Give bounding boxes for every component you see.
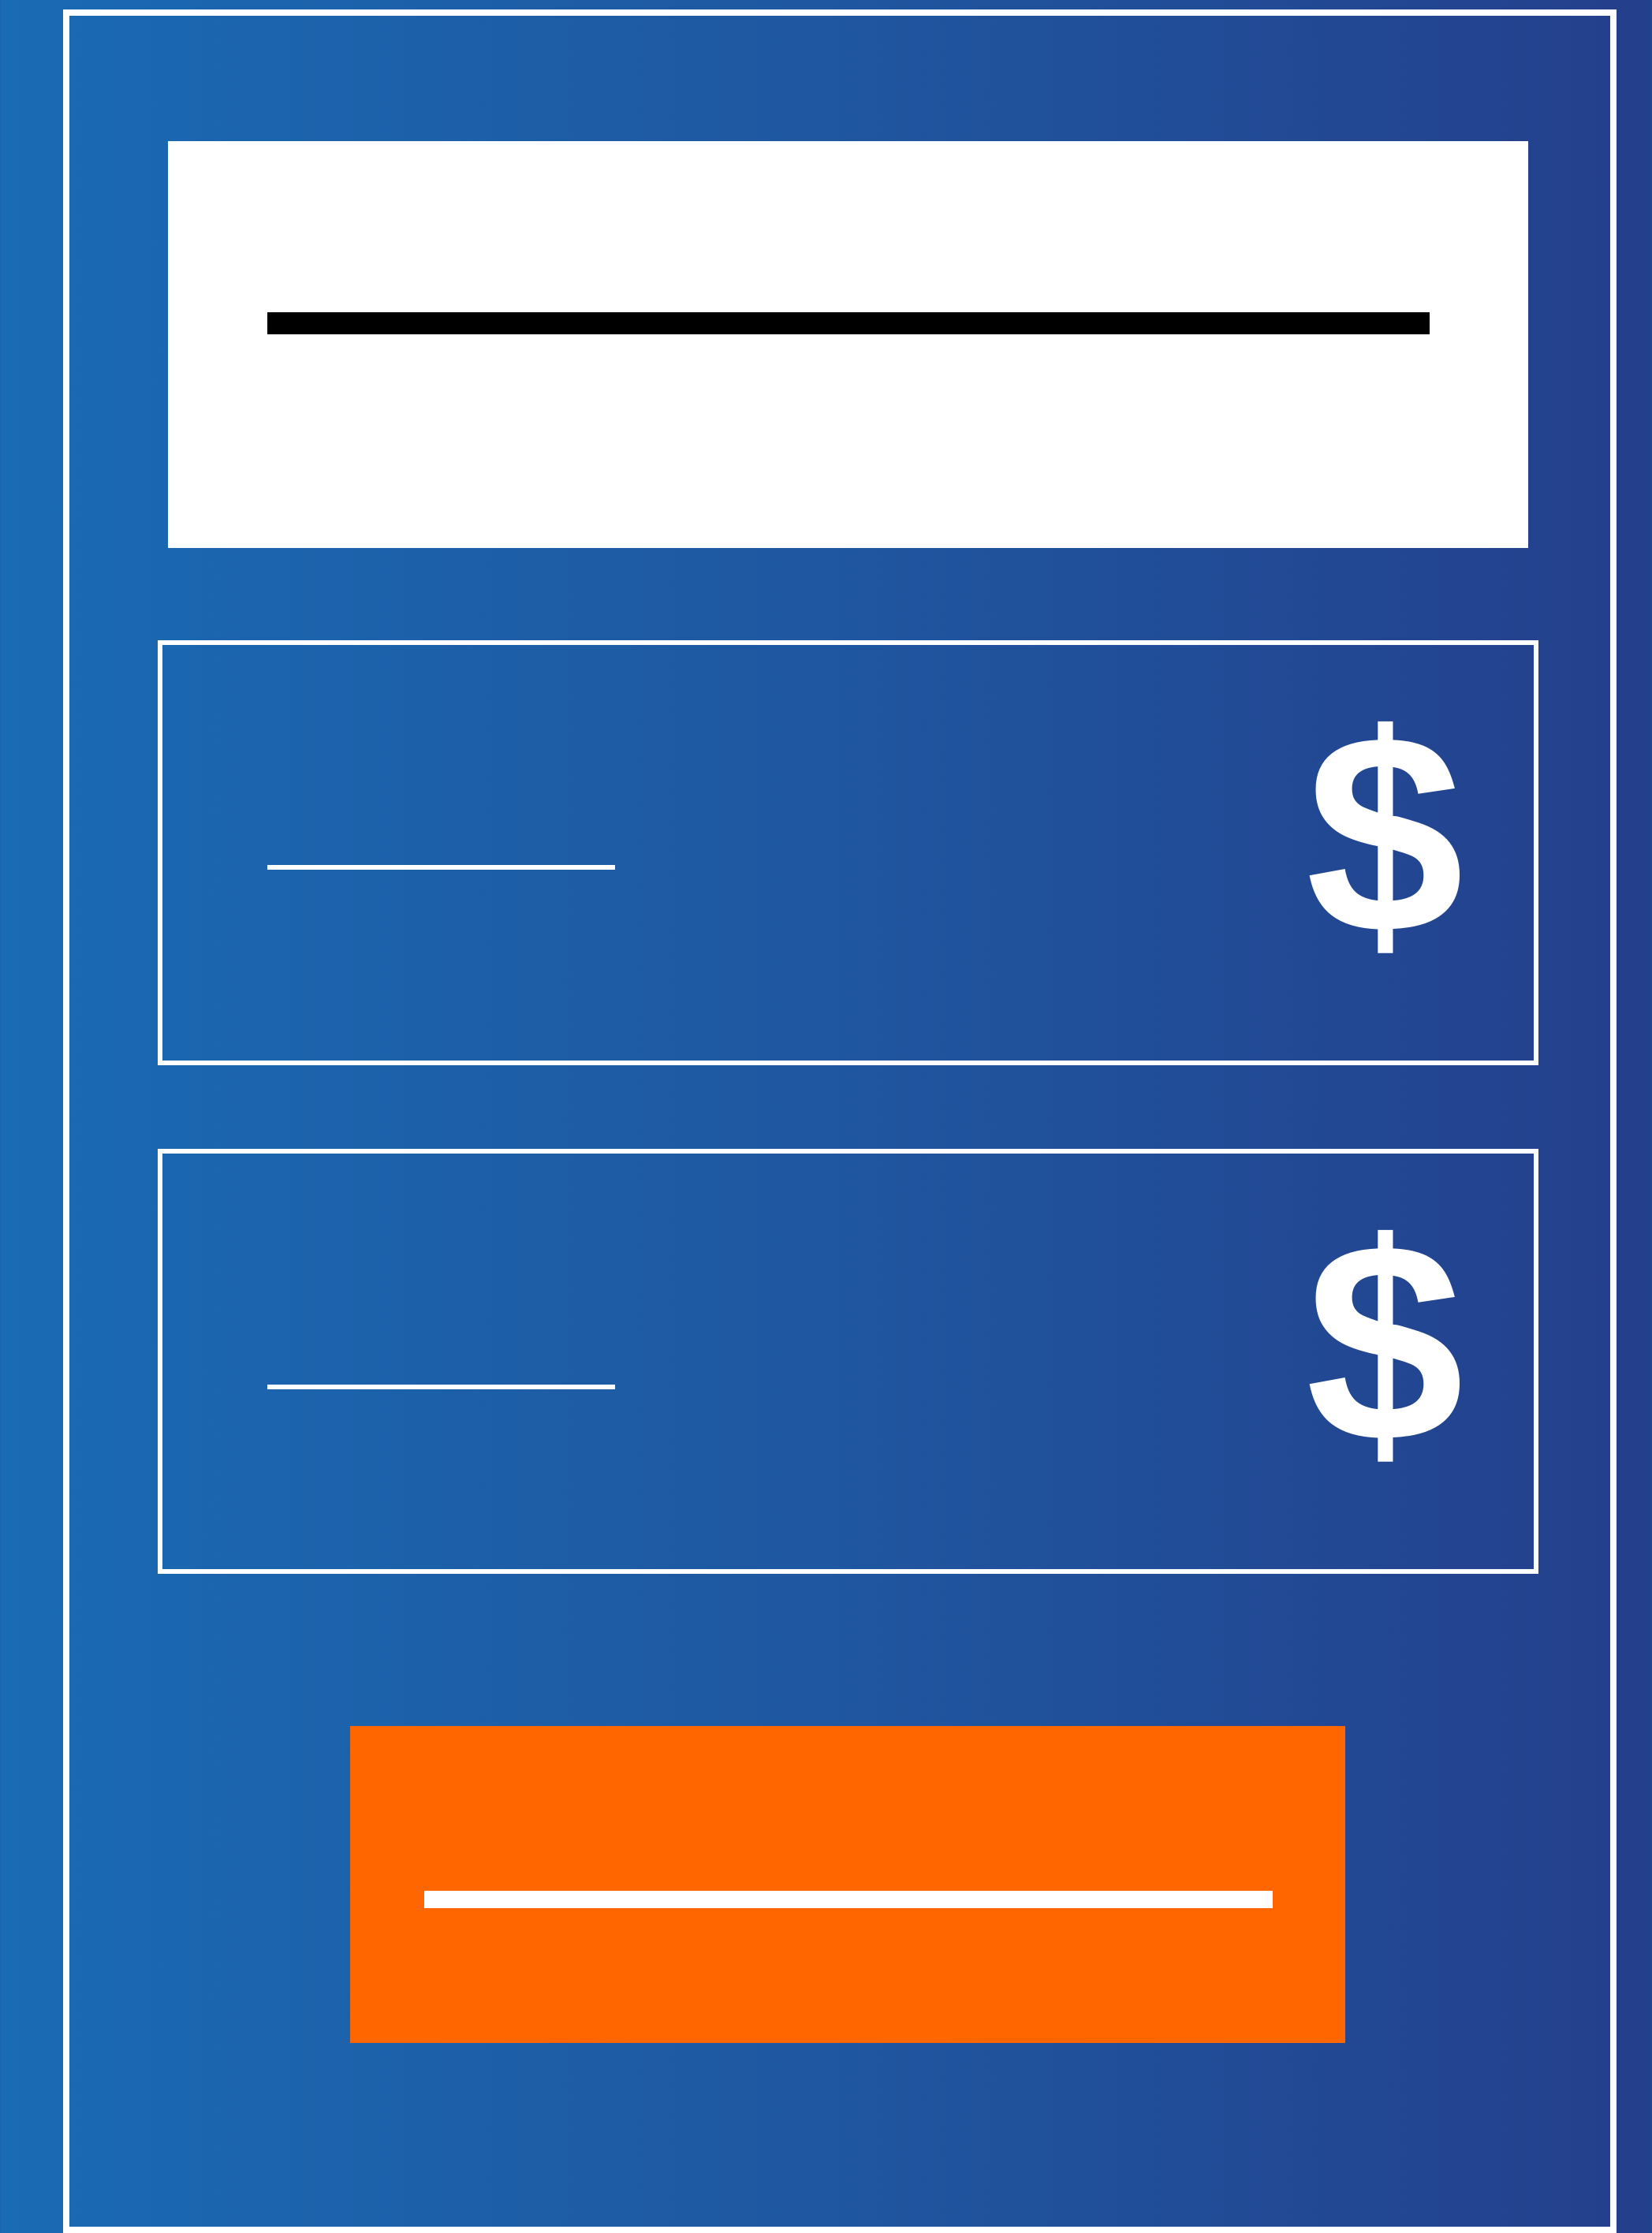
- amount-field-1-label-placeholder: [267, 865, 615, 870]
- amount-field-1[interactable]: $: [158, 640, 1538, 1065]
- dollar-sign-icon: $: [1305, 1184, 1464, 1501]
- dollar-sign-icon: $: [1305, 676, 1464, 993]
- header-panel: [168, 141, 1528, 548]
- amount-field-2-label-placeholder: [267, 1385, 615, 1389]
- header-title-placeholder: [267, 312, 1430, 334]
- submit-button[interactable]: [350, 1726, 1345, 2043]
- submit-button-label-placeholder: [424, 1891, 1273, 1908]
- amount-field-2[interactable]: $: [158, 1149, 1538, 1574]
